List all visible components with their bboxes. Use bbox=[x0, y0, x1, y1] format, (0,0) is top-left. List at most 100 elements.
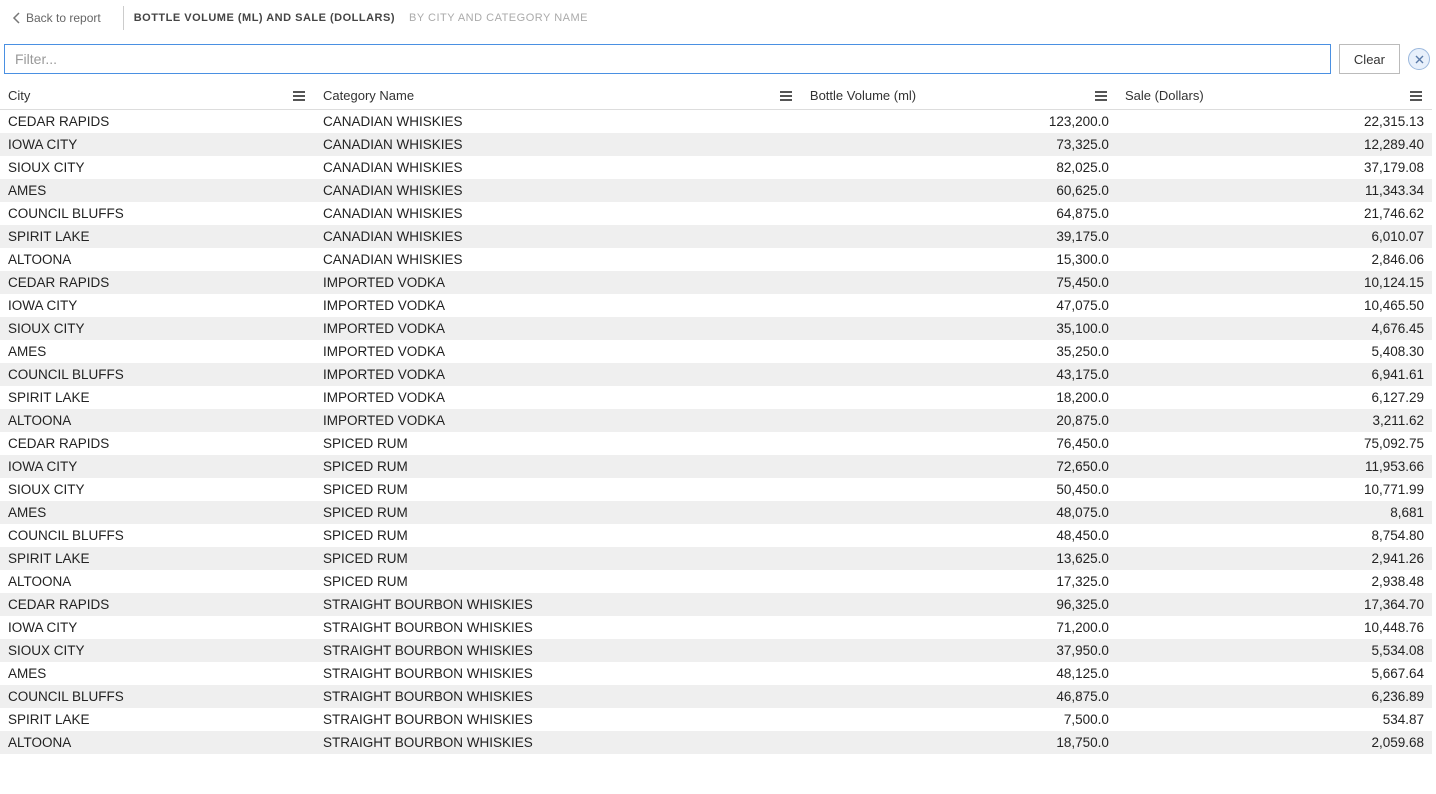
cell-volume: 76,450.0 bbox=[802, 432, 1117, 455]
table-row[interactable]: COUNCIL BLUFFSCANADIAN WHISKIES64,875.02… bbox=[0, 202, 1432, 225]
col-label: Bottle Volume (ml) bbox=[810, 88, 1087, 103]
cell-sale: 10,465.50 bbox=[1117, 294, 1432, 317]
col-label: Category Name bbox=[323, 88, 414, 103]
cell-volume: 50,450.0 bbox=[802, 478, 1117, 501]
cell-category: IMPORTED VODKA bbox=[315, 409, 802, 432]
cell-city: SIOUX CITY bbox=[0, 639, 315, 662]
clear-button[interactable]: Clear bbox=[1339, 44, 1400, 74]
table-row[interactable]: IOWA CITYIMPORTED VODKA47,075.010,465.50 bbox=[0, 294, 1432, 317]
cell-category: CANADIAN WHISKIES bbox=[315, 110, 802, 134]
app-root: Back to report BOTTLE VOLUME (ML) AND SA… bbox=[0, 0, 1436, 794]
table-row[interactable]: SIOUX CITYSTRAIGHT BOURBON WHISKIES37,95… bbox=[0, 639, 1432, 662]
cell-sale: 4,676.45 bbox=[1117, 317, 1432, 340]
cell-volume: 13,625.0 bbox=[802, 547, 1117, 570]
cell-category: IMPORTED VODKA bbox=[315, 340, 802, 363]
cell-category: CANADIAN WHISKIES bbox=[315, 225, 802, 248]
cell-sale: 22,315.13 bbox=[1117, 110, 1432, 134]
table-row[interactable]: AMESIMPORTED VODKA35,250.05,408.30 bbox=[0, 340, 1432, 363]
cell-volume: 18,200.0 bbox=[802, 386, 1117, 409]
cell-sale: 3,211.62 bbox=[1117, 409, 1432, 432]
close-button[interactable] bbox=[1408, 48, 1430, 70]
page-subtitle: BY CITY AND CATEGORY NAME bbox=[409, 12, 588, 24]
table-row[interactable]: ALTOONASPICED RUM17,325.02,938.48 bbox=[0, 570, 1432, 593]
cell-sale: 5,534.08 bbox=[1117, 639, 1432, 662]
col-header-volume[interactable]: Bottle Volume (ml) bbox=[802, 82, 1117, 110]
cell-sale: 37,179.08 bbox=[1117, 156, 1432, 179]
cell-sale: 534.87 bbox=[1117, 708, 1432, 731]
table-row[interactable]: ALTOONASTRAIGHT BOURBON WHISKIES18,750.0… bbox=[0, 731, 1432, 754]
table-row[interactable]: COUNCIL BLUFFSSTRAIGHT BOURBON WHISKIES4… bbox=[0, 685, 1432, 708]
table-row[interactable]: CEDAR RAPIDSSTRAIGHT BOURBON WHISKIES96,… bbox=[0, 593, 1432, 616]
table-row[interactable]: IOWA CITYSTRAIGHT BOURBON WHISKIES71,200… bbox=[0, 616, 1432, 639]
cell-volume: 73,325.0 bbox=[802, 133, 1117, 156]
col-label: City bbox=[8, 88, 30, 103]
table-row[interactable]: AMESCANADIAN WHISKIES60,625.011,343.34 bbox=[0, 179, 1432, 202]
cell-category: STRAIGHT BOURBON WHISKIES bbox=[315, 593, 802, 616]
table-row[interactable]: AMESSTRAIGHT BOURBON WHISKIES48,125.05,6… bbox=[0, 662, 1432, 685]
cell-category: SPICED RUM bbox=[315, 547, 802, 570]
table-row[interactable]: CEDAR RAPIDSIMPORTED VODKA75,450.010,124… bbox=[0, 271, 1432, 294]
cell-category: STRAIGHT BOURBON WHISKIES bbox=[315, 639, 802, 662]
hamburger-icon[interactable] bbox=[293, 89, 307, 103]
cell-city: SPIRIT LAKE bbox=[0, 225, 315, 248]
cell-city: AMES bbox=[0, 179, 315, 202]
cell-city: ALTOONA bbox=[0, 570, 315, 593]
divider bbox=[123, 6, 124, 30]
cell-volume: 37,950.0 bbox=[802, 639, 1117, 662]
close-icon bbox=[1415, 55, 1424, 64]
filter-input[interactable] bbox=[4, 44, 1331, 74]
table-row[interactable]: COUNCIL BLUFFSSPICED RUM48,450.08,754.80 bbox=[0, 524, 1432, 547]
cell-city: CEDAR RAPIDS bbox=[0, 432, 315, 455]
table-row[interactable]: COUNCIL BLUFFSIMPORTED VODKA43,175.06,94… bbox=[0, 363, 1432, 386]
table-row[interactable]: CEDAR RAPIDSCANADIAN WHISKIES123,200.022… bbox=[0, 110, 1432, 134]
cell-sale: 10,124.15 bbox=[1117, 271, 1432, 294]
hamburger-icon[interactable] bbox=[780, 89, 794, 103]
table-row[interactable]: SIOUX CITYCANADIAN WHISKIES82,025.037,17… bbox=[0, 156, 1432, 179]
cell-city: AMES bbox=[0, 340, 315, 363]
cell-sale: 2,941.26 bbox=[1117, 547, 1432, 570]
cell-city: IOWA CITY bbox=[0, 455, 315, 478]
table-row[interactable]: SIOUX CITYIMPORTED VODKA35,100.04,676.45 bbox=[0, 317, 1432, 340]
table-scroll[interactable]: City Category Name Bottle Volume (ml) bbox=[0, 82, 1436, 794]
cell-sale: 6,236.89 bbox=[1117, 685, 1432, 708]
table-row[interactable]: ALTOONACANADIAN WHISKIES15,300.02,846.06 bbox=[0, 248, 1432, 271]
col-header-sale[interactable]: Sale (Dollars) bbox=[1117, 82, 1432, 110]
back-to-report-link[interactable]: Back to report bbox=[8, 7, 113, 29]
cell-category: STRAIGHT BOURBON WHISKIES bbox=[315, 616, 802, 639]
col-header-city[interactable]: City bbox=[0, 82, 315, 110]
cell-volume: 7,500.0 bbox=[802, 708, 1117, 731]
cell-city: IOWA CITY bbox=[0, 133, 315, 156]
cell-category: IMPORTED VODKA bbox=[315, 386, 802, 409]
table-row[interactable]: AMESSPICED RUM48,075.08,681 bbox=[0, 501, 1432, 524]
cell-volume: 123,200.0 bbox=[802, 110, 1117, 134]
cell-volume: 20,875.0 bbox=[802, 409, 1117, 432]
cell-city: ALTOONA bbox=[0, 248, 315, 271]
cell-volume: 35,250.0 bbox=[802, 340, 1117, 363]
table-row[interactable]: SPIRIT LAKEIMPORTED VODKA18,200.06,127.2… bbox=[0, 386, 1432, 409]
cell-volume: 82,025.0 bbox=[802, 156, 1117, 179]
cell-sale: 2,938.48 bbox=[1117, 570, 1432, 593]
col-header-category[interactable]: Category Name bbox=[315, 82, 802, 110]
hamburger-icon[interactable] bbox=[1095, 89, 1109, 103]
cell-category: STRAIGHT BOURBON WHISKIES bbox=[315, 708, 802, 731]
table-row[interactable]: SPIRIT LAKESPICED RUM13,625.02,941.26 bbox=[0, 547, 1432, 570]
table-row[interactable]: SPIRIT LAKESTRAIGHT BOURBON WHISKIES7,50… bbox=[0, 708, 1432, 731]
cell-category: IMPORTED VODKA bbox=[315, 317, 802, 340]
cell-city: COUNCIL BLUFFS bbox=[0, 524, 315, 547]
cell-sale: 12,289.40 bbox=[1117, 133, 1432, 156]
table-row[interactable]: SPIRIT LAKECANADIAN WHISKIES39,175.06,01… bbox=[0, 225, 1432, 248]
table-row[interactable]: ALTOONAIMPORTED VODKA20,875.03,211.62 bbox=[0, 409, 1432, 432]
data-table: City Category Name Bottle Volume (ml) bbox=[0, 82, 1432, 754]
table-row[interactable]: SIOUX CITYSPICED RUM50,450.010,771.99 bbox=[0, 478, 1432, 501]
table-row[interactable]: CEDAR RAPIDSSPICED RUM76,450.075,092.75 bbox=[0, 432, 1432, 455]
cell-category: IMPORTED VODKA bbox=[315, 271, 802, 294]
hamburger-icon[interactable] bbox=[1410, 89, 1424, 103]
cell-sale: 6,941.61 bbox=[1117, 363, 1432, 386]
table-row[interactable]: IOWA CITYCANADIAN WHISKIES73,325.012,289… bbox=[0, 133, 1432, 156]
table-row[interactable]: IOWA CITYSPICED RUM72,650.011,953.66 bbox=[0, 455, 1432, 478]
table-head: City Category Name Bottle Volume (ml) bbox=[0, 82, 1432, 110]
cell-sale: 75,092.75 bbox=[1117, 432, 1432, 455]
cell-sale: 10,771.99 bbox=[1117, 478, 1432, 501]
cell-sale: 21,746.62 bbox=[1117, 202, 1432, 225]
cell-category: CANADIAN WHISKIES bbox=[315, 156, 802, 179]
